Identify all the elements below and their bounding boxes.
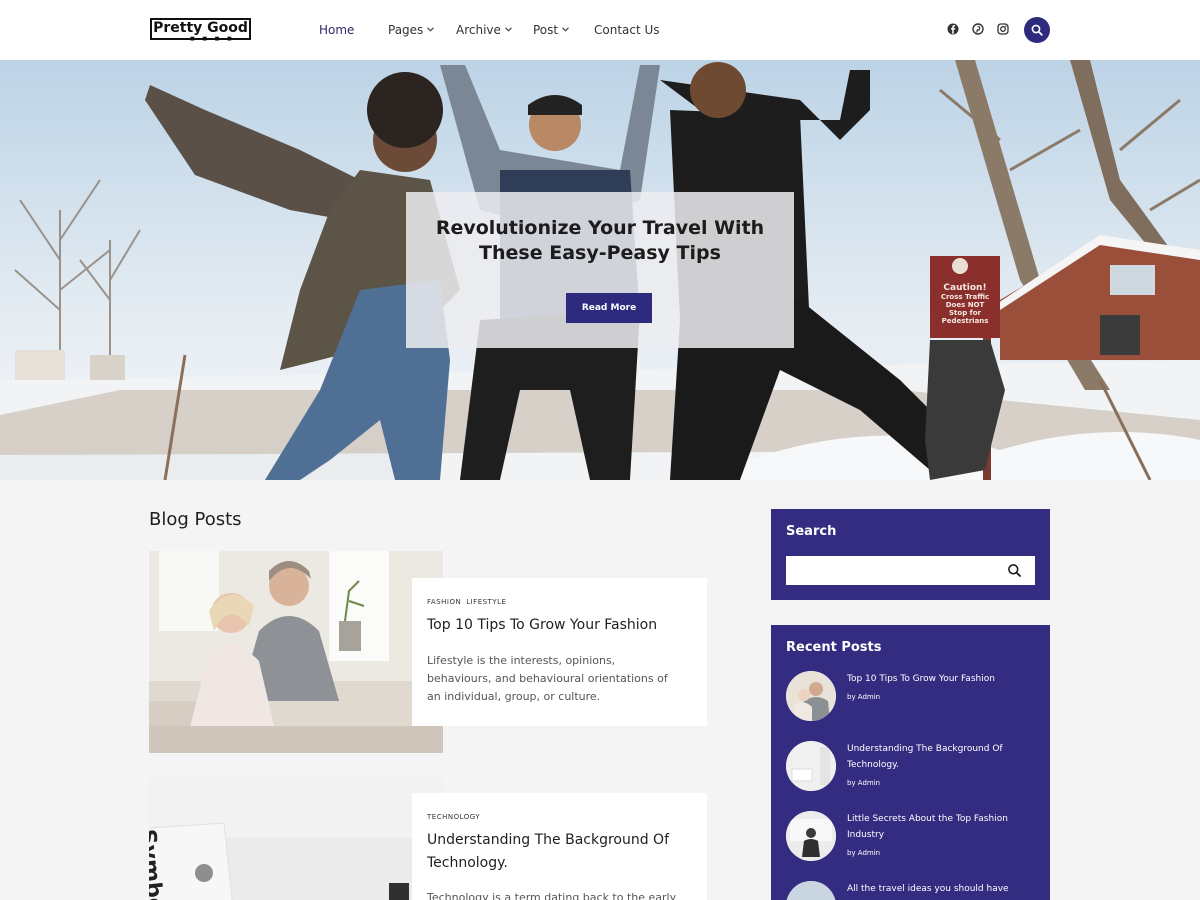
nav-contact-us[interactable]: Contact Us xyxy=(594,22,660,38)
post-card-body: TECHNOLOGY Understanding The Background … xyxy=(412,793,707,900)
recent-title-line: Understanding The Background Of xyxy=(847,744,1003,754)
recent-post-thumbnail xyxy=(786,671,836,721)
hero-title: Revolutionize Your Travel With These Eas… xyxy=(406,216,794,266)
hero-banner: Revolutionize Your Travel With These Eas… xyxy=(0,60,1200,480)
chevron-down-icon xyxy=(504,22,512,38)
nav-archive[interactable]: Archive xyxy=(456,22,512,38)
post-categories: TECHNOLOGY xyxy=(427,813,485,822)
search-icon xyxy=(1007,563,1022,582)
site-header: Pretty Good ■ ■ ■ ■ Home Pages Archive P… xyxy=(0,0,1200,60)
nav-pages[interactable]: Pages xyxy=(388,22,435,38)
nav-home[interactable]: Home xyxy=(319,22,354,38)
recent-post-title: Understanding The Background Of Technolo… xyxy=(847,741,1027,773)
sign-line: Cross Traffic xyxy=(940,293,990,301)
search-submit-button[interactable] xyxy=(1007,563,1022,578)
nav-contact-label: Contact Us xyxy=(594,23,660,37)
chevron-down-icon xyxy=(562,22,570,38)
post-title-line: Understanding The Background Of xyxy=(427,832,670,848)
post-excerpt: Lifestyle is the interests, opinions, be… xyxy=(427,652,692,706)
recent-post-thumbnail xyxy=(786,881,836,900)
recent-title-line: Little Secrets About the Top Fashion xyxy=(847,814,1008,824)
recent-post-title: All the travel ideas you should have xyxy=(847,881,1027,897)
category-link[interactable]: FASHION xyxy=(427,598,461,606)
pinterest-icon[interactable] xyxy=(971,22,985,36)
recent-post-meta: by Admin xyxy=(847,849,881,857)
post-image[interactable]: Symbo xyxy=(149,778,443,900)
recent-post-title: Top 10 Tips To Grow Your Fashion xyxy=(847,671,1027,687)
excerpt-line: behaviours, and behavioural orientations… xyxy=(427,672,668,685)
search-field xyxy=(786,556,1035,585)
hero-title-line: These Easy-Peasy Tips xyxy=(479,242,721,264)
sign-line: Stop for xyxy=(949,309,981,317)
logo-dots: ■ ■ ■ ■ xyxy=(190,36,235,42)
sign-line: Does NOT xyxy=(945,301,985,309)
search-icon xyxy=(1031,21,1043,40)
category-link[interactable]: TECHNOLOGY xyxy=(427,813,480,821)
hero-card: Revolutionize Your Travel With These Eas… xyxy=(406,192,794,348)
recent-post-item[interactable]: Top 10 Tips To Grow Your Fashion by Admi… xyxy=(786,671,1036,723)
post-excerpt: Technology is a term dating back to the … xyxy=(427,891,677,900)
chevron-down-icon xyxy=(427,22,435,38)
sign-line: Caution! xyxy=(943,283,987,293)
site-logo[interactable]: Pretty Good ■ ■ ■ ■ xyxy=(150,18,251,42)
search-widget: Search xyxy=(771,509,1050,600)
blog-post-card: FASHION LIFESTYLE Top 10 Tips To Grow You… xyxy=(149,551,707,753)
blog-posts-heading: Blog Posts xyxy=(149,509,242,530)
nav-home-label: Home xyxy=(319,23,355,37)
recent-post-meta: by Admin xyxy=(847,779,881,787)
recent-post-item[interactable]: Little Secrets About the Top Fashion Ind… xyxy=(786,811,1036,863)
recent-post-item[interactable]: Understanding The Background Of Technolo… xyxy=(786,741,1036,793)
search-widget-title: Search xyxy=(786,524,837,539)
category-link[interactable]: LIFESTYLE xyxy=(466,598,506,606)
caution-sign: Caution! Cross Traffic Does NOT Stop for… xyxy=(930,283,1000,325)
hero-title-line: Revolutionize Your Travel With xyxy=(435,217,765,239)
nav-pages-label: Pages xyxy=(388,23,424,37)
post-categories: FASHION LIFESTYLE xyxy=(427,598,511,607)
recent-posts-title: Recent Posts xyxy=(786,640,882,655)
recent-post-meta: by Admin xyxy=(847,693,881,701)
instagram-icon[interactable] xyxy=(996,22,1010,36)
recent-title-line: Top 10 Tips To Grow Your Fashion xyxy=(847,674,995,684)
recent-post-title: Little Secrets About the Top Fashion Ind… xyxy=(847,811,1027,843)
nav-post-label: Post xyxy=(533,23,559,37)
recent-title-line: Industry xyxy=(847,830,885,840)
excerpt-line: Lifestyle is the interests, opinions, xyxy=(427,654,616,667)
post-card-body: FASHION LIFESTYLE Top 10 Tips To Grow You… xyxy=(412,578,707,726)
nav-archive-label: Archive xyxy=(456,23,501,37)
recent-post-item[interactable]: All the travel ideas you should have xyxy=(786,881,1036,900)
post-title-line: Technology. xyxy=(427,855,508,871)
header-search-button[interactable] xyxy=(1024,17,1050,43)
recent-post-thumbnail xyxy=(786,741,836,791)
nav-post[interactable]: Post xyxy=(533,22,570,38)
logo-text: Pretty Good xyxy=(153,20,248,36)
recent-post-thumbnail xyxy=(786,811,836,861)
post-image[interactable] xyxy=(149,551,443,753)
search-input[interactable] xyxy=(786,556,996,585)
post-title[interactable]: Top 10 Tips To Grow Your Fashion xyxy=(427,614,692,637)
read-more-button[interactable]: Read More xyxy=(566,293,652,323)
recent-title-line: All the travel ideas you should have xyxy=(847,884,1009,894)
excerpt-line: an individual, group, or culture. xyxy=(427,690,601,703)
recent-posts-widget: Recent Posts Top 10 Tips To Grow Your Fa… xyxy=(771,625,1050,900)
sign-line: Pedestrians xyxy=(941,317,989,325)
facebook-icon[interactable] xyxy=(946,22,960,36)
blog-post-card: Symbo TECHNOLOGY Understanding The Backg… xyxy=(149,778,707,900)
recent-title-line: Technology. xyxy=(847,760,899,770)
post-title[interactable]: Understanding The Background Of Technolo… xyxy=(427,829,692,875)
